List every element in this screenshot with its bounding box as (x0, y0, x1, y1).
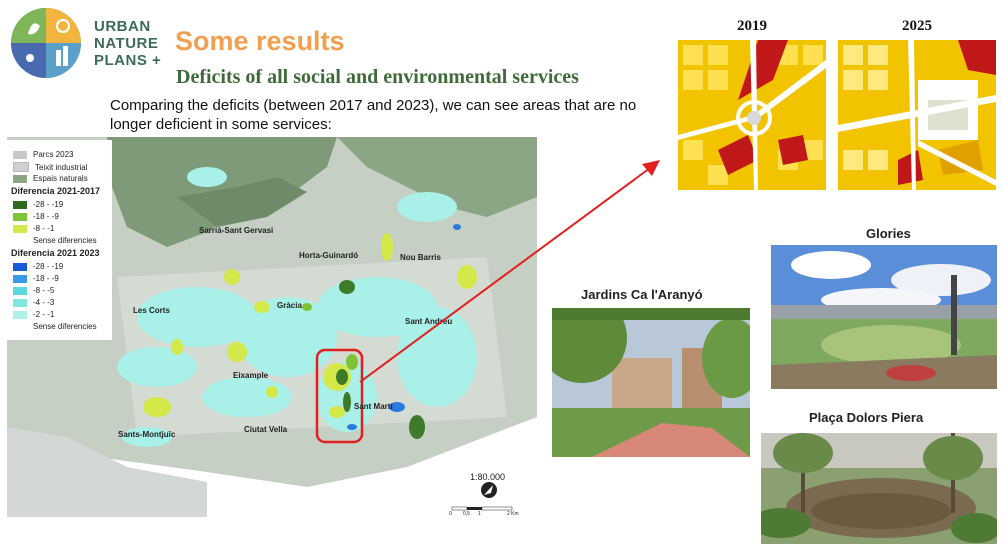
map-2019 (678, 40, 826, 190)
logo-line-2: NATURE (94, 35, 159, 52)
legend-item: Teixit industrial (13, 162, 87, 172)
year-2019-label: 2019 (737, 18, 767, 34)
page-subtitle: Deficits of all social and environmental… (176, 66, 579, 88)
district-sant-marti: Sant Martí (354, 402, 393, 411)
photo-placa (761, 433, 997, 544)
legend-item: -28 - -19 (13, 200, 63, 209)
intro-text: Comparing the deficits (between 2017 and… (110, 97, 637, 133)
district-les-corts: Les Corts (133, 306, 170, 315)
logo-line-1: URBAN (94, 18, 151, 35)
scale-tick-3: 2 Km (507, 511, 519, 517)
scale-tick-2: 1 (478, 511, 481, 517)
district-ciutat-vella: Ciutat Vella (244, 425, 288, 434)
legend-item: -2 - -1 (13, 310, 54, 319)
scale-tick-0: 0 (449, 511, 452, 517)
scale-ratio: 1:80.000 (470, 472, 506, 482)
district-eixample: Eixample (233, 371, 269, 380)
photo-jardins (552, 308, 750, 457)
page-title: Some results (175, 26, 345, 56)
district-sants: Sants-Montjuïc (118, 430, 176, 439)
legend-item: Parcs 2023 (13, 150, 73, 159)
caption-jardins: Jardins Ca l'Aranyó (581, 287, 703, 302)
legend-item: Sense diferencies (33, 236, 97, 245)
legend-item: Sense diferencies (33, 322, 97, 331)
caption-glories: Glories (866, 226, 911, 241)
year-2025-label: 2025 (902, 18, 932, 34)
legend-item: -18 - -9 (13, 274, 59, 283)
legend-group1-title: Diferencia 2021-2017 (11, 186, 101, 196)
logo-line-3: PLANS + (94, 52, 162, 69)
logo-wordmark: URBAN NATURE PLANS + (94, 18, 161, 69)
legend-item: -8 - -1 (13, 224, 54, 233)
legend-item: -8 - -5 (13, 286, 54, 295)
legend-item: -28 - -19 (13, 262, 63, 271)
map-2025 (838, 40, 996, 190)
legend-group2-title: Diferencia 2021 2023 (11, 248, 100, 258)
legend-item: -18 - -9 (13, 212, 59, 221)
urban-nature-plans-logo (8, 6, 88, 80)
map-legend: Parcs 2023 Teixit industrial Espais natu… (7, 140, 112, 340)
scale-tick-1: 0,5 (463, 511, 470, 517)
district-gracia: Gràcia (277, 301, 302, 310)
photo-glories (771, 245, 997, 389)
legend-item: -4 - -3 (13, 298, 54, 307)
legend-item: Espais naturals (13, 174, 88, 183)
district-sarria: Sarrià-Sant Gervasi (199, 226, 274, 235)
caption-placa: Plaça Dolors Piera (809, 410, 924, 425)
